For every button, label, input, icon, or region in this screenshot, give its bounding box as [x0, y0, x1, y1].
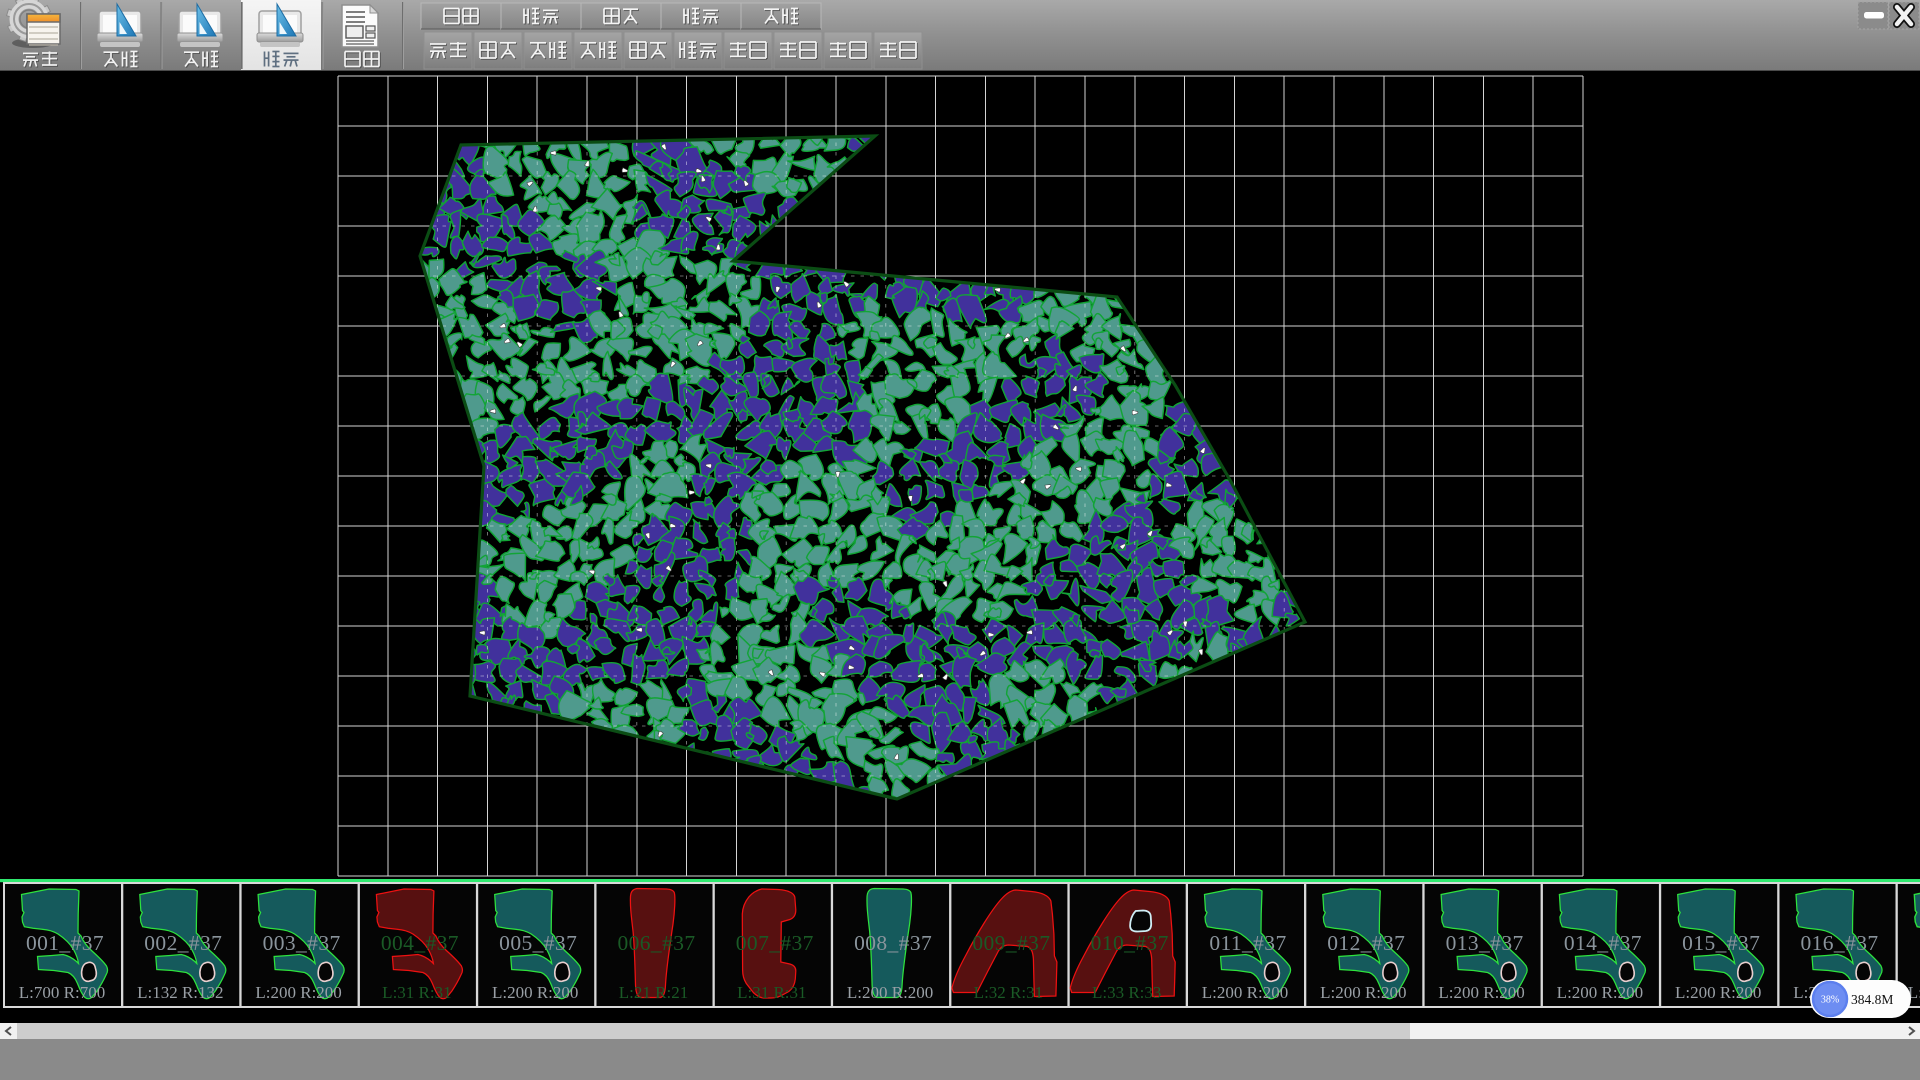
svg-text:L:33 R:33: L:33 R:33 — [1092, 983, 1161, 1002]
svg-text:L:31 R:31: L:31 R:31 — [382, 983, 451, 1002]
svg-text:L:32 R:31: L:32 R:31 — [974, 983, 1043, 1002]
svg-text:L:200 R:200: L:200 R:200 — [492, 983, 578, 1002]
svg-text:012_#37: 012_#37 — [1327, 931, 1405, 955]
svg-text:003_#37: 003_#37 — [263, 931, 341, 955]
svg-text:013_#37: 013_#37 — [1446, 931, 1524, 955]
svg-text:004_#37: 004_#37 — [381, 931, 459, 955]
svg-text:384.8M: 384.8M — [1851, 992, 1893, 1007]
svg-text:001_#37: 001_#37 — [26, 931, 104, 955]
svg-text:L:200 R:200: L:200 R:200 — [1202, 983, 1288, 1002]
svg-text:005_#37: 005_#37 — [499, 931, 577, 955]
svg-text:015_#37: 015_#37 — [1682, 931, 1760, 955]
svg-text:010_#37: 010_#37 — [1091, 931, 1169, 955]
svg-text:002_#37: 002_#37 — [144, 931, 222, 955]
svg-text:L:200 R:200: L:200 R:200 — [847, 983, 933, 1002]
svg-text:011_#37: 011_#37 — [1209, 931, 1286, 955]
svg-text:L:200 R:200: L:200 R:200 — [255, 983, 341, 1002]
svg-text:L:700 R:700: L:700 R:700 — [19, 983, 105, 1002]
svg-text:L:200 R:200: L:200 R:200 — [1320, 983, 1406, 1002]
svg-text:L:21 R:21: L:21 R:21 — [619, 983, 688, 1002]
svg-text:L:132 R:132: L:132 R:132 — [137, 983, 223, 1002]
svg-text:L:200 R:200: L:200 R:200 — [1438, 983, 1524, 1002]
svg-text:009_#37: 009_#37 — [972, 931, 1050, 955]
svg-text:006_#37: 006_#37 — [617, 931, 695, 955]
svg-text:016_#37: 016_#37 — [1800, 931, 1878, 955]
svg-text:38%: 38% — [1821, 995, 1839, 1006]
svg-text:L:31 R:31: L:31 R:31 — [737, 983, 806, 1002]
svg-text:014_#37: 014_#37 — [1564, 931, 1642, 955]
svg-text:008_#37: 008_#37 — [854, 931, 932, 955]
svg-text:L:200 R:200: L:200 R:200 — [1557, 983, 1643, 1002]
svg-text:007_#37: 007_#37 — [736, 931, 814, 955]
svg-text:L:200 R:200: L:200 R:200 — [1675, 983, 1761, 1002]
